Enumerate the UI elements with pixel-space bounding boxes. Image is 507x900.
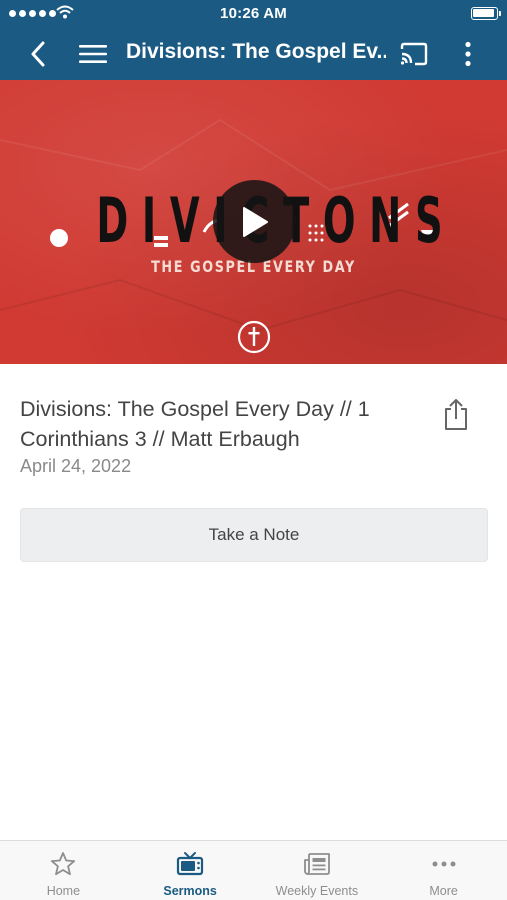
page-title: Divisions: The Gospel Ev... [126, 40, 386, 63]
tab-more[interactable]: More [380, 841, 507, 900]
take-note-button[interactable]: Take a Note [20, 508, 488, 562]
nav-bar: Divisions: The Gospel Ev... [0, 28, 507, 80]
sermon-title: Divisions: The Gospel Every Day // 1 Cor… [20, 397, 370, 451]
ellipsis-icon [432, 861, 456, 867]
tab-bar: Home Sermons Weekly Events More [0, 840, 507, 900]
share-icon [445, 399, 467, 430]
battery-icon [471, 7, 501, 20]
status-bar: 10:26 AM [0, 0, 507, 28]
status-time: 10:26 AM [220, 5, 287, 22]
newspaper-icon [303, 853, 330, 875]
top-bar: 10:26 AM Divisions: The Gospel Ev... [0, 0, 507, 80]
play-button[interactable] [213, 180, 296, 263]
sermon-date: April 24, 2022 [20, 456, 132, 476]
play-icon [242, 206, 268, 237]
menu-button[interactable] [76, 28, 110, 80]
tab-label: Sermons [163, 884, 217, 898]
star-icon [51, 852, 76, 876]
chevron-left-icon [31, 41, 45, 67]
church-logo-icon [237, 320, 271, 354]
cast-icon [400, 42, 428, 66]
cast-button[interactable] [396, 28, 432, 80]
tab-label: Weekly Events [275, 884, 359, 898]
back-button[interactable] [22, 28, 54, 80]
share-button[interactable] [442, 398, 470, 437]
overflow-menu-button[interactable] [456, 28, 480, 80]
tab-home[interactable]: Home [0, 841, 127, 900]
tab-label: Home [46, 884, 81, 898]
tab-label: More [429, 884, 458, 898]
hamburger-icon [79, 45, 107, 63]
tv-icon [177, 852, 204, 876]
tab-weekly-events[interactable]: Weekly Events [254, 841, 381, 900]
sermon-artwork: DIVICTONS THE GOSPEL EVERY DAY [0, 80, 507, 364]
tab-sermons[interactable]: Sermons [127, 841, 254, 900]
more-vertical-icon [465, 41, 471, 67]
